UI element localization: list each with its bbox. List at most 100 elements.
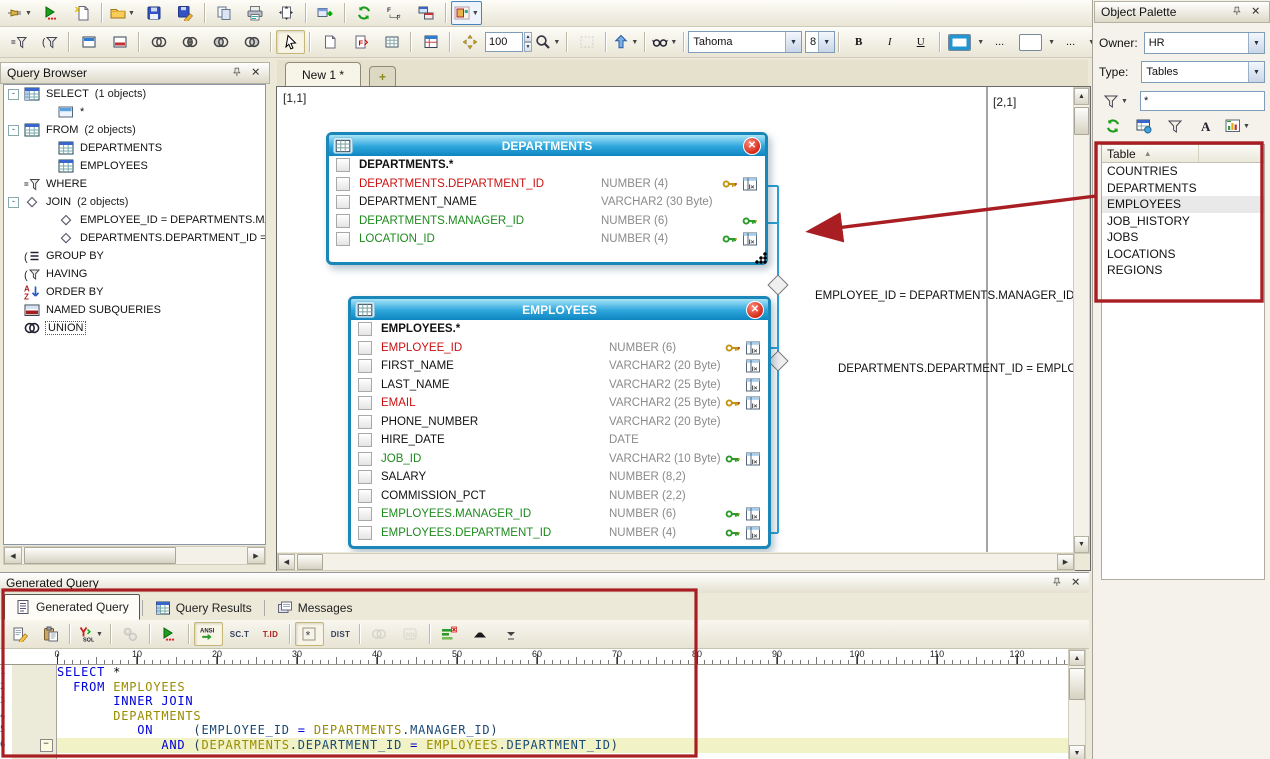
join-left-button[interactable]	[206, 30, 235, 54]
column-row[interactable]: DEPARTMENTS.*	[329, 156, 765, 175]
open-file-button[interactable]: ▼	[107, 1, 138, 25]
execute-script-button[interactable]	[37, 1, 66, 25]
column-checkbox[interactable]	[336, 158, 350, 172]
arrange-windows-button[interactable]	[412, 1, 441, 25]
tree-item-where[interactable]: =WHERE	[4, 175, 265, 193]
print-preview-button[interactable]	[272, 1, 301, 25]
column-row[interactable]: DEPARTMENTS.DEPARTMENT_IDNUMBER (4)I×	[329, 175, 765, 194]
table-list-item-job_history[interactable]: JOB_HISTORY	[1102, 213, 1264, 230]
window-layout-top-button[interactable]	[74, 30, 103, 54]
copy-to-editor-button[interactable]	[36, 622, 65, 646]
canvas-hscrollbar[interactable]: ◀ ▶	[277, 553, 1075, 571]
collapse-panel-button[interactable]	[466, 622, 495, 646]
column-checkbox[interactable]	[336, 177, 350, 191]
copy-button[interactable]	[210, 1, 239, 25]
line-color-more-button[interactable]: ...	[985, 30, 1014, 54]
chevron-down-icon[interactable]: ▼	[1048, 39, 1055, 46]
resize-grip[interactable]	[755, 252, 767, 264]
group-subquery-button[interactable]	[365, 622, 394, 646]
window-layout-bottom-button[interactable]	[105, 30, 134, 54]
tab-query-results[interactable]: Query Results	[145, 596, 262, 620]
column-row[interactable]: DEPARTMENTS.MANAGER_IDNUMBER (6)	[329, 212, 765, 231]
expand-toggle[interactable]: -	[8, 197, 19, 208]
table-list-item-regions[interactable]: REGIONS	[1102, 262, 1264, 279]
query-builder-view-button[interactable]: ▼	[451, 1, 482, 25]
tree-item-having[interactable]: (HAVING	[4, 265, 265, 283]
column-checkbox[interactable]	[358, 415, 372, 429]
view-options-button[interactable]: ▼	[650, 30, 679, 54]
select-region-button[interactable]	[572, 30, 601, 54]
close-table-button[interactable]: ✕	[746, 301, 764, 319]
sql-window-button[interactable]: SQL	[396, 622, 425, 646]
underline-button[interactable]: U	[906, 30, 935, 54]
column-row[interactable]: HIRE_DATEDATE	[351, 431, 768, 450]
column-row[interactable]: COMMISSION_PCTNUMBER (2,2)	[351, 487, 768, 506]
name-filter-button[interactable]: ▼	[1100, 89, 1131, 113]
font-combo[interactable]: Tahoma▼	[688, 31, 802, 53]
distinct-button[interactable]: DIST	[326, 622, 355, 646]
column-checkbox[interactable]	[358, 322, 372, 336]
table-window-departments[interactable]: DEPARTMENTS✕DEPARTMENTS.*DEPARTMENTS.DEP…	[326, 132, 768, 265]
refresh-button[interactable]	[350, 1, 379, 25]
column-checkbox[interactable]	[358, 452, 372, 466]
column-row[interactable]: SALARYNUMBER (8,2)	[351, 468, 768, 487]
column-row[interactable]: PHONE_NUMBERVARCHAR2 (20 Byte)	[351, 413, 768, 432]
italic-button[interactable]: I	[875, 30, 904, 54]
palette-refresh-button[interactable]	[1098, 114, 1127, 138]
fill-color-more-button[interactable]: ...	[1056, 30, 1085, 54]
column-row[interactable]: LOCATION_IDNUMBER (4)I×	[329, 230, 765, 249]
tree-item--[interactable]: *	[4, 103, 265, 121]
zoom-menu-button[interactable]: ▼	[533, 30, 562, 54]
join-right-button[interactable]	[237, 30, 266, 54]
join-full-button[interactable]	[175, 30, 204, 54]
tree-item-order-by[interactable]: AZORDER BY	[4, 283, 265, 301]
zoom-input[interactable]: 100	[485, 32, 523, 52]
table-window-button[interactable]	[416, 30, 445, 54]
tree-item-named-subqueries[interactable]: NAMED SUBQUERIES	[4, 301, 265, 319]
edit-sql-button[interactable]	[5, 622, 34, 646]
zoom-spinner[interactable]: ▲▼	[524, 32, 533, 52]
close-icon[interactable]	[251, 67, 263, 79]
tree-item-from[interactable]: -FROM(2 objects)	[4, 121, 265, 139]
tab-generated-query[interactable]: Generated Query	[4, 594, 140, 620]
bold-button[interactable]: B	[844, 30, 873, 54]
column-checkbox[interactable]	[336, 232, 350, 246]
copy-structure-button[interactable]: F	[346, 30, 375, 54]
column-checkbox[interactable]	[358, 489, 372, 503]
tree-item-departments[interactable]: DEPARTMENTS	[4, 139, 265, 157]
column-checkbox[interactable]	[358, 359, 372, 373]
tree-item-join[interactable]: -JOIN(2 objects)	[4, 193, 265, 211]
tree-item-employees[interactable]: EMPLOYEES	[4, 157, 265, 175]
column-checkbox[interactable]	[358, 507, 372, 521]
expand-toggle[interactable]: -	[8, 125, 19, 136]
select-star-button[interactable]: *	[295, 622, 324, 646]
join-inner-button[interactable]	[144, 30, 173, 54]
column-checkbox[interactable]	[336, 195, 350, 209]
sql-editor[interactable]: 1SELECT *2 FROM EMPLOYEES3 INNER JOIN4 D…	[0, 665, 1068, 759]
line-color-button[interactable]	[945, 30, 974, 54]
table-list-item-departments[interactable]: DEPARTMENTS	[1102, 180, 1264, 197]
column-row[interactable]: EMPLOYEES.*	[351, 320, 768, 339]
palette-filter-button[interactable]	[1160, 114, 1189, 138]
column-checkbox[interactable]	[336, 214, 350, 228]
column-checkbox[interactable]	[358, 470, 372, 484]
select-cursor-button[interactable]	[276, 30, 305, 54]
table-list-item-jobs[interactable]: JOBS	[1102, 229, 1264, 246]
column-checkbox[interactable]	[358, 396, 372, 410]
column-row[interactable]: EMPLOYEES.DEPARTMENT_IDNUMBER (4)I×	[351, 524, 768, 543]
palette-font-button[interactable]: A	[1191, 114, 1220, 138]
tree-item-employee-id-departments-manager-id[interactable]: EMPLOYEE_ID = DEPARTMENTS.MANAGER_ID	[4, 211, 265, 229]
chevron-down-icon[interactable]: ▼	[977, 39, 984, 46]
palette-data-button[interactable]	[1129, 114, 1158, 138]
table-list-header[interactable]: Table ▲	[1102, 145, 1264, 163]
diagram-canvas[interactable]: [1,1] [2,1] DEPARTMENTS✕DEPARTMENTS.*DEP…	[277, 87, 1073, 552]
expand-toggle[interactable]: -	[8, 89, 19, 100]
statistics-button[interactable]	[435, 622, 464, 646]
column-row[interactable]: DEPARTMENT_NAMEVARCHAR2 (30 Byte)	[329, 193, 765, 212]
column-row[interactable]: JOB_IDVARCHAR2 (10 Byte)I×	[351, 450, 768, 469]
fill-color-button[interactable]	[1016, 30, 1045, 54]
close-table-button[interactable]: ✕	[743, 137, 761, 155]
column-checkbox[interactable]	[358, 378, 372, 392]
save-button[interactable]	[140, 1, 169, 25]
font-size-combo[interactable]: 8▼	[805, 31, 835, 53]
